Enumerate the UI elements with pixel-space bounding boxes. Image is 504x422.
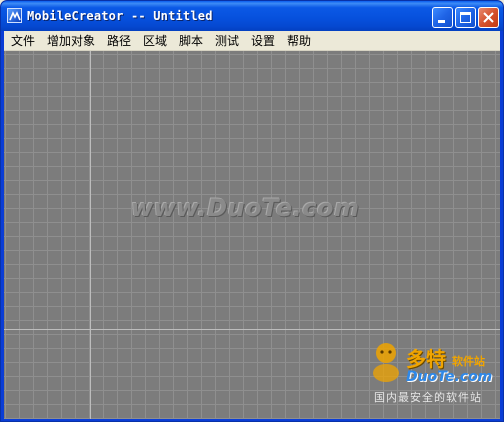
app-window: MobileCreator -- Untitled 文件 增加对象 路径 区域 … <box>0 0 504 422</box>
menu-bar: 文件 增加对象 路径 区域 脚本 测试 设置 帮助 <box>4 31 500 51</box>
maximize-icon <box>460 12 471 23</box>
maximize-button[interactable] <box>455 7 476 28</box>
close-button[interactable] <box>478 7 499 28</box>
menu-region[interactable]: 区域 <box>142 33 168 49</box>
menu-file[interactable]: 文件 <box>10 33 36 49</box>
minimize-button[interactable] <box>432 7 453 28</box>
design-canvas[interactable]: www.DuoTe.com 多特 软件站 DuoTe.com 国内最安全的软件站 <box>4 51 500 419</box>
minimize-icon <box>438 20 445 23</box>
mascot-icon <box>373 343 399 382</box>
menu-path[interactable]: 路径 <box>106 33 132 49</box>
app-icon[interactable] <box>7 8 22 23</box>
watermark-logo-sub: 软件站 <box>452 355 485 368</box>
watermark-logo-domain: DuoTe.com <box>406 369 493 385</box>
watermark-text: www.DuoTe.com <box>131 194 360 222</box>
menu-help[interactable]: 帮助 <box>286 33 312 49</box>
menu-script[interactable]: 脚本 <box>178 33 204 49</box>
close-icon <box>483 12 494 23</box>
horizontal-guide-line <box>4 329 500 330</box>
window-title: MobileCreator -- Untitled <box>27 9 213 23</box>
menu-add-object[interactable]: 增加对象 <box>46 33 96 49</box>
menu-test[interactable]: 测试 <box>214 33 240 49</box>
watermark-logo-title: 多特 <box>406 347 446 371</box>
watermark-slogan: 国内最安全的软件站 <box>374 391 482 404</box>
menu-settings[interactable]: 设置 <box>250 33 276 49</box>
title-bar[interactable]: MobileCreator -- Untitled <box>1 1 503 31</box>
vertical-guide-line <box>90 51 91 419</box>
